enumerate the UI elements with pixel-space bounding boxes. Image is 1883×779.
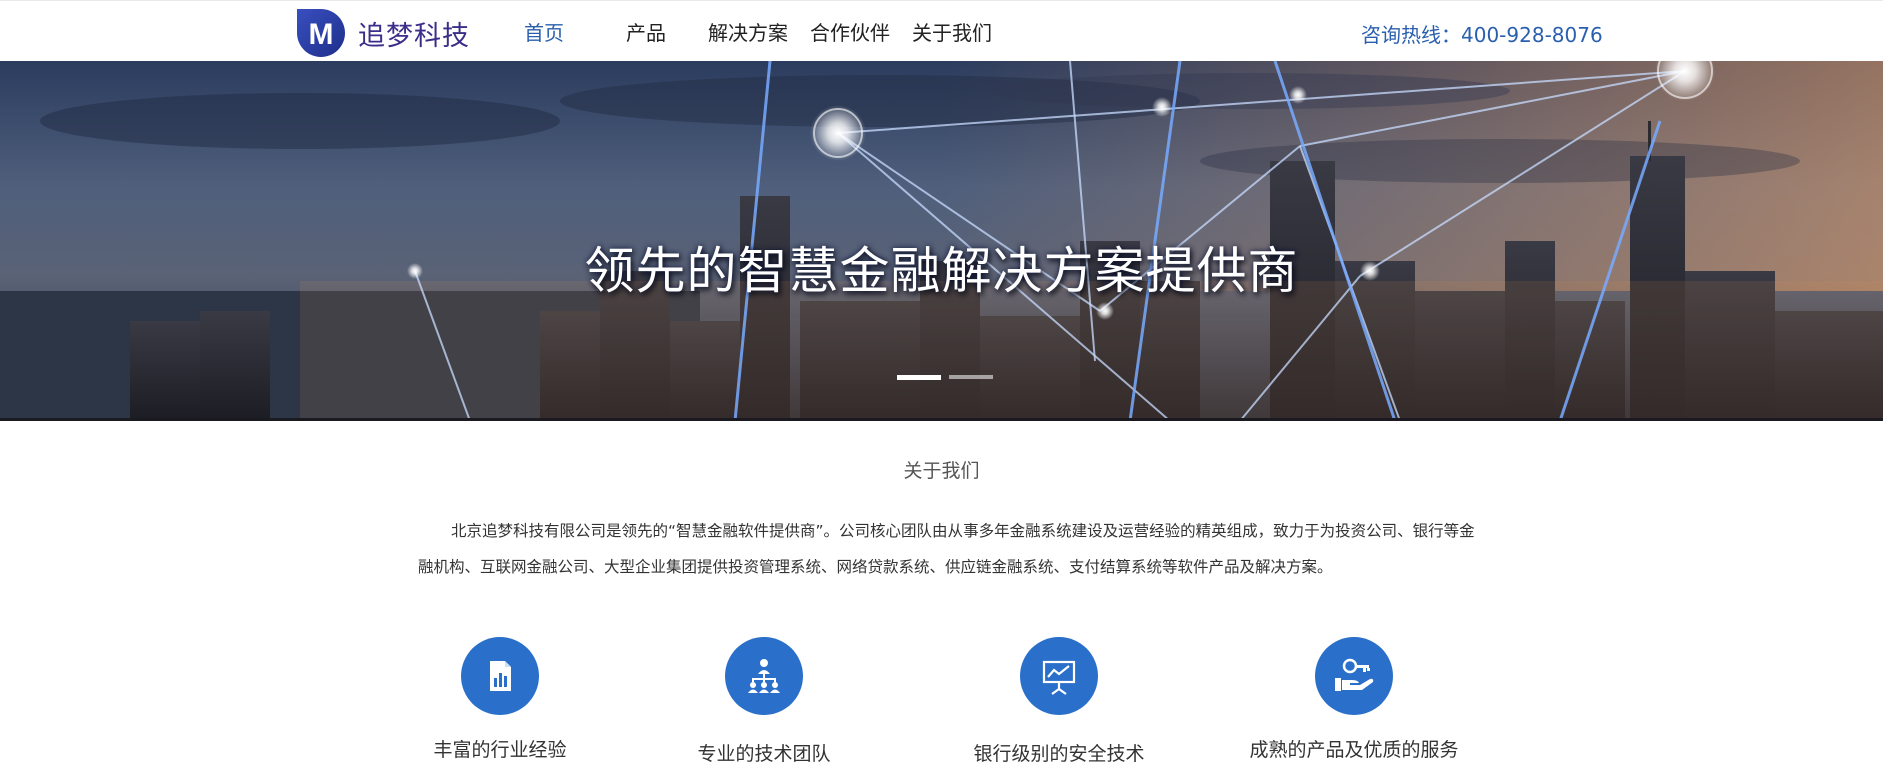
report-chart-icon [461,637,539,715]
nav-item-products[interactable]: 产品 [626,17,666,46]
banner-title: 领先的智慧金融解决方案提供商 [584,242,1299,300]
nav-item-partners[interactable]: 合作伙伴 [810,17,890,46]
nav-item-solutions[interactable]: 解决方案 [708,17,788,46]
svg-text:M: M [309,18,334,51]
nav-item-about[interactable]: 关于我们 [912,17,992,46]
feature-label: 成熟的产品及优质的服务 [1249,739,1459,761]
feature-label: 专业的技术团队 [697,743,831,765]
feature-bank-security: 银行级别的安全技术 [909,637,1209,766]
feature-label: 丰富的行业经验 [433,739,567,761]
feature-products-service: 成熟的产品及优质的服务 [1204,637,1504,762]
nav-item-home[interactable]: 首页 [524,17,564,46]
carousel-indicators [897,375,993,380]
presentation-board-icon [1020,637,1098,715]
brand-name: 追梦科技 [358,20,470,52]
feature-industry-experience: 丰富的行业经验 [350,637,650,762]
site-header: M 追梦科技 首页 产品 解决方案 合作伙伴 关于我们 咨询热线：400-928… [0,0,1883,62]
hero-banner[interactable]: 领先的智慧金融解决方案提供商 [0,61,1883,421]
carousel-dot-1[interactable] [897,375,941,380]
about-title: 关于我们 [903,460,980,482]
hotline-text: 咨询热线：400-928-8076 [1361,23,1603,47]
feature-label: 银行级别的安全技术 [973,743,1145,765]
brand-logo[interactable]: M 追梦科技 [296,8,470,58]
carousel-dot-2[interactable] [949,375,993,379]
team-hierarchy-icon [725,637,803,715]
about-description: 北京追梦科技有限公司是领先的“智慧金融软件提供商”。公司核心团队由从事多年金融系… [418,522,1475,576]
main-nav: 首页 产品 解决方案 合作伙伴 关于我们 [504,1,992,62]
logo-m-icon: M [297,9,345,57]
key-hand-icon [1315,637,1393,715]
feature-tech-team: 专业的技术团队 [614,637,914,766]
